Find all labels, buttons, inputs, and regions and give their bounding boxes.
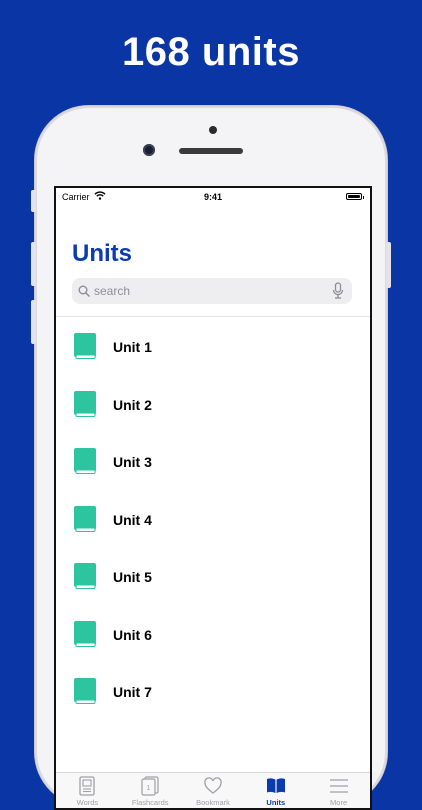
unit-label: Unit 1 — [113, 339, 152, 355]
search-icon — [78, 284, 90, 302]
tab-label: More — [330, 798, 348, 807]
unit-list-item[interactable]: Unit 4 — [56, 490, 370, 548]
unit-label: Unit 3 — [113, 454, 152, 470]
volume-down-button — [31, 300, 36, 344]
tab-label: Units — [266, 798, 286, 807]
status-bar: Carrier 9:41 — [56, 188, 370, 206]
words-icon — [79, 776, 95, 796]
book-icon — [74, 563, 96, 594]
tab-label: Bookmark — [196, 798, 230, 807]
tab-more[interactable]: More — [307, 773, 370, 808]
unit-label: Unit 7 — [113, 684, 152, 700]
front-camera — [209, 126, 217, 134]
unit-list-item[interactable]: Unit 6 — [56, 605, 370, 663]
search-bar[interactable] — [72, 278, 352, 304]
tab-words[interactable]: Words — [56, 773, 119, 808]
search-input[interactable] — [94, 278, 314, 304]
face-sensor — [143, 144, 155, 156]
power-button — [386, 242, 391, 288]
app-screen: Carrier 9:41 Units search Unit 1 Unit 2 … — [54, 186, 372, 810]
unit-label: Unit 6 — [113, 626, 152, 643]
headline: 168 units — [122, 30, 300, 74]
unit-list-item[interactable]: Unit 5 — [56, 547, 370, 605]
heart-icon — [203, 777, 222, 794]
tab-bar: Words 1 Flashcards Bookmark Units More — [56, 772, 370, 808]
unit-label: Unit 2 — [113, 396, 152, 413]
microphone-icon[interactable] — [332, 282, 344, 305]
volume-up-button — [31, 242, 36, 286]
book-icon — [267, 778, 286, 793]
tab-label: Flashcards — [131, 798, 169, 807]
book-icon — [74, 505, 96, 537]
book-icon — [74, 620, 96, 652]
battery-icon — [346, 193, 364, 200]
tab-flashcards[interactable]: 1 Flashcards — [119, 773, 182, 808]
earpiece-speaker — [179, 148, 243, 154]
status-time: 9:41 — [203, 192, 222, 202]
unit-list-item[interactable]: Unit 1 — [56, 317, 370, 375]
tab-label: Words — [76, 798, 99, 807]
book-icon — [74, 333, 96, 364]
unit-label: Unit 4 — [113, 511, 152, 528]
tab-units[interactable]: Units — [244, 773, 307, 808]
mute-switch — [31, 190, 36, 212]
unit-list-item[interactable]: Unit 7 — [56, 662, 370, 720]
unit-list: Unit 1 Unit 2 Unit 3 Unit 4 Unit 5 Unit … — [56, 317, 370, 720]
book-icon — [74, 448, 96, 479]
book-icon — [74, 678, 96, 709]
tab-bookmark[interactable]: Bookmark — [182, 773, 245, 808]
book-icon — [74, 390, 96, 422]
page-title: Units — [72, 240, 132, 267]
unit-list-item[interactable]: Unit 2 — [56, 375, 370, 433]
unit-label: Unit 5 — [113, 569, 152, 585]
phone-frame: Carrier 9:41 Units search Unit 1 Unit 2 … — [31, 106, 391, 810]
unit-list-item[interactable]: Unit 3 — [56, 432, 370, 490]
flashcards-icon: 1 — [141, 776, 159, 796]
svg-text:1: 1 — [146, 785, 150, 792]
menu-icon — [330, 779, 349, 793]
